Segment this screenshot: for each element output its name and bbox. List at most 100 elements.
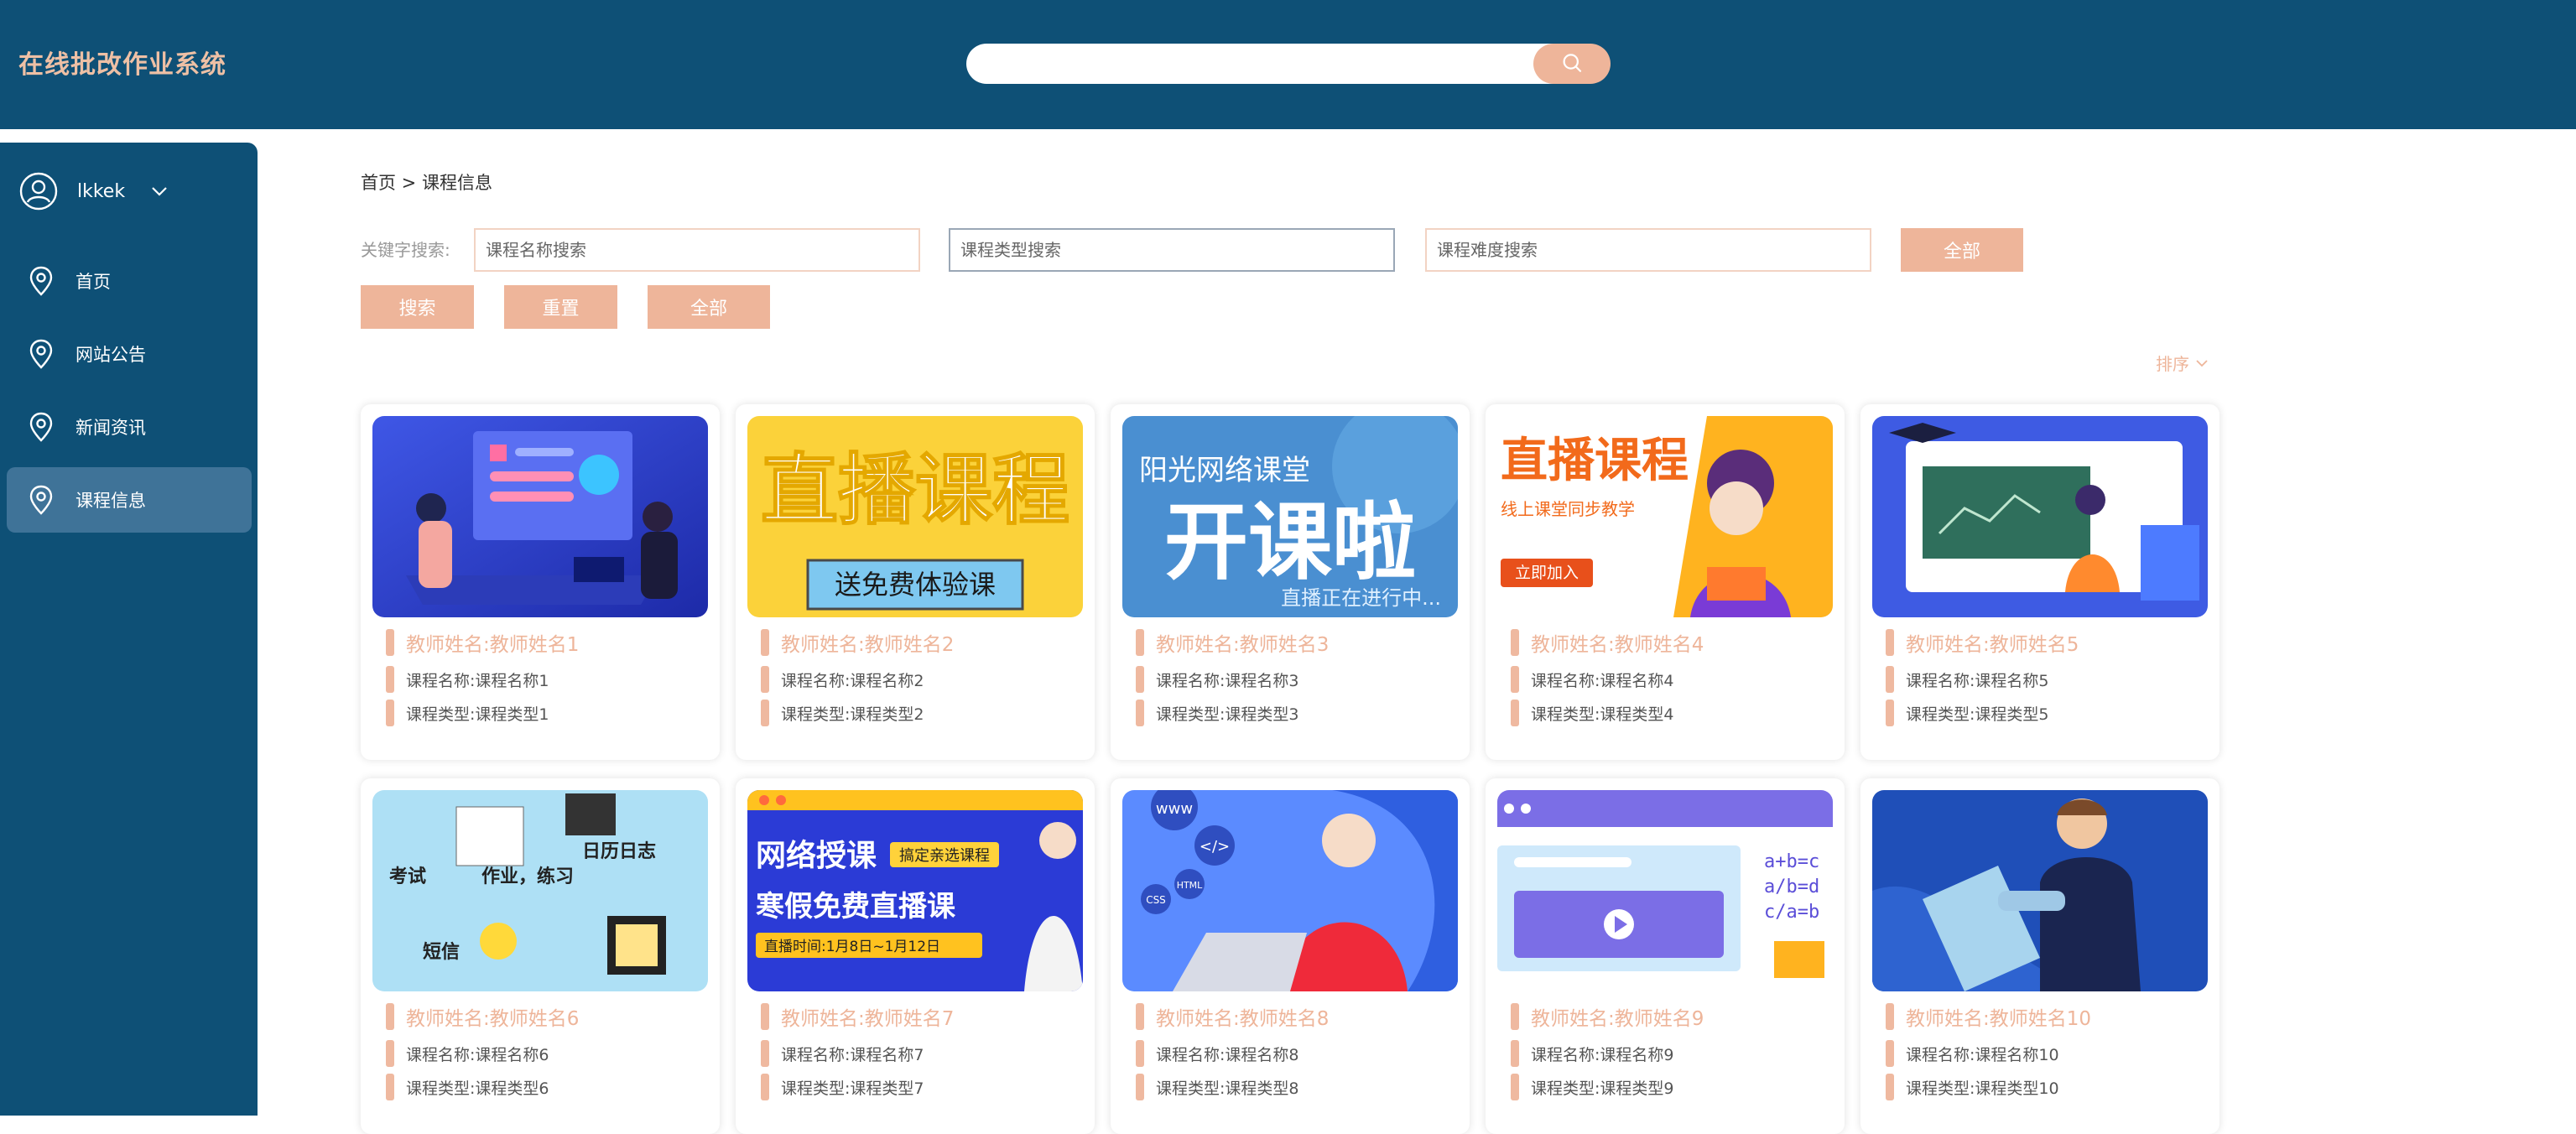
course-card[interactable]: 教师姓名:教师姓名10 课程名称:课程名称10 课程类型:课程类型10 — [1860, 778, 2220, 1134]
app-title: 在线批改作业系统 — [18, 50, 226, 80]
search-icon — [1563, 54, 1582, 72]
course-type: 课程类型:课程类型6 — [406, 1079, 549, 1098]
global-search — [966, 44, 1611, 84]
thumb-word-code: </> — [1200, 838, 1230, 856]
course-card[interactable]: www </> CSS HTML 教师姓名:教师姓名8 课程名称:课程名称8 课… — [1111, 778, 1470, 1134]
location-pin-icon — [29, 412, 53, 442]
sidebar: lkkek 首页 网站公告 新闻资讯 课程信息 — [0, 143, 258, 1116]
search-button[interactable] — [1533, 44, 1611, 84]
course-card[interactable]: 考试 作业，练习 日历日志 短信 教师姓名:教师姓名6 课程名称:课程名称6 课… — [361, 778, 720, 1134]
banner-title: 直播课程 — [1501, 434, 1689, 488]
all-button[interactable]: 全部 — [648, 285, 770, 329]
banner-subtitle: 线上课堂同步教学 — [1501, 499, 1635, 519]
course-thumbnail — [1872, 790, 2208, 991]
course-name: 课程名称:课程名称7 — [781, 1045, 924, 1064]
course-thumbnail: a+b=c a/b=d c/a=b — [1497, 790, 1833, 991]
course-name: 课程名称:课程名称6 — [406, 1045, 549, 1064]
user-avatar-icon — [19, 172, 58, 211]
course-name: 课程名称:课程名称5 — [1906, 671, 2049, 690]
course-type: 课程类型:课程类型3 — [1156, 705, 1299, 724]
teacher-name: 教师姓名:教师姓名10 — [1906, 1008, 2092, 1030]
thumb-word-calendar: 日历日志 — [582, 841, 656, 862]
banner-subtitle: 直播正在进行中... — [1281, 586, 1441, 610]
course-card[interactable]: 网络授课 搞定亲选课程 寒假免费直播课 直播时间:1月8日~1月12日 教师姓名… — [736, 778, 1095, 1134]
teacher-name: 教师姓名:教师姓名2 — [781, 634, 955, 656]
username: lkkek — [77, 180, 126, 202]
location-pin-icon — [29, 266, 53, 296]
course-name: 课程名称:课程名称3 — [1156, 671, 1299, 690]
teacher-name: 教师姓名:教师姓名4 — [1531, 634, 1704, 656]
sidebar-item-label: 网站公告 — [75, 345, 146, 365]
thumb-word-www: www — [1156, 800, 1193, 818]
course-type: 课程类型:课程类型10 — [1906, 1079, 2059, 1098]
course-thumbnail — [372, 416, 708, 617]
location-pin-icon — [29, 339, 53, 369]
course-name: 课程名称:课程名称9 — [1531, 1045, 1674, 1064]
course-type: 课程类型:课程类型2 — [781, 705, 924, 724]
thumb-word-sms: 短信 — [423, 941, 460, 963]
search-submit-button[interactable]: 搜索 — [361, 285, 474, 329]
sidebar-item-label: 首页 — [75, 272, 111, 292]
course-name-search-input[interactable] — [474, 228, 920, 272]
course-type-search-input[interactable] — [949, 228, 1395, 272]
formula-3: c/a=b — [1764, 902, 1819, 923]
formula-1: a+b=c — [1764, 851, 1819, 872]
course-type: 课程类型:课程类型5 — [1906, 705, 2049, 724]
course-name: 课程名称:课程名称2 — [781, 671, 924, 690]
location-pin-icon — [29, 485, 53, 515]
course-thumbnail — [1872, 416, 2208, 617]
banner-title: 直播课程 — [761, 445, 1069, 535]
top-header: 在线批改作业系统 — [0, 0, 2576, 129]
course-type: 课程类型:课程类型1 — [406, 705, 549, 724]
teacher-name: 教师姓名:教师姓名3 — [1156, 634, 1330, 656]
thumb-word-homework: 作业，练习 — [481, 866, 574, 887]
teacher-name: 教师姓名:教师姓名1 — [406, 634, 580, 656]
reset-button[interactable]: 重置 — [504, 285, 617, 329]
course-thumbnail: 直播课程 线上课堂同步教学 立即加入 — [1497, 416, 1833, 617]
banner-big-text: 开课啦 — [1164, 493, 1416, 591]
course-thumbnail: 直播课程 送免费体验课 — [747, 416, 1083, 617]
sidebar-item-announcements[interactable]: 网站公告 — [7, 321, 252, 387]
sort-dropdown[interactable]: 排序 — [2156, 351, 2209, 375]
banner-time: 直播时间:1月8日~1月12日 — [764, 939, 940, 955]
banner-title: 阳光网络课堂 — [1139, 454, 1310, 487]
course-card[interactable]: 直播课程 线上课堂同步教学 立即加入 教师姓名:教师姓名4 课程名称:课程名称4… — [1486, 404, 1845, 760]
teacher-name: 教师姓名:教师姓名7 — [781, 1008, 955, 1030]
banner-title: 网络授课 — [756, 838, 877, 873]
all-button-top[interactable]: 全部 — [1901, 228, 2023, 272]
sidebar-item-label: 课程信息 — [75, 491, 146, 511]
banner-button: 立即加入 — [1515, 564, 1579, 582]
course-name: 课程名称:课程名称1 — [406, 671, 549, 690]
user-menu[interactable]: lkkek — [18, 168, 245, 215]
keyword-search-label: 关键字搜索: — [361, 240, 450, 260]
course-card[interactable]: 直播课程 送免费体验课 教师姓名:教师姓名2 课程名称:课程名称2 课程类型:课… — [736, 404, 1095, 760]
chevron-down-icon — [2196, 359, 2208, 367]
teacher-name: 教师姓名:教师姓名9 — [1531, 1008, 1704, 1030]
thumb-word-css: CSS — [1146, 894, 1166, 906]
sidebar-item-home[interactable]: 首页 — [7, 248, 252, 314]
formula-2: a/b=d — [1764, 877, 1819, 897]
course-name: 课程名称:课程名称4 — [1531, 671, 1674, 690]
course-name: 课程名称:课程名称10 — [1906, 1045, 2059, 1064]
thumb-word-exam: 考试 — [389, 866, 426, 887]
course-card[interactable]: 教师姓名:教师姓名1 课程名称:课程名称1 课程类型:课程类型1 — [361, 404, 720, 760]
teacher-name: 教师姓名:教师姓名8 — [1156, 1008, 1330, 1030]
banner-subtitle: 送免费体验课 — [835, 569, 996, 601]
course-name: 课程名称:课程名称8 — [1156, 1045, 1299, 1064]
course-thumbnail: www </> CSS HTML — [1122, 790, 1458, 991]
course-card[interactable]: 教师姓名:教师姓名5 课程名称:课程名称5 课程类型:课程类型5 — [1860, 404, 2220, 760]
sidebar-item-news[interactable]: 新闻资讯 — [7, 394, 252, 460]
course-thumbnail: 阳光网络课堂 开课啦 直播正在进行中... — [1122, 416, 1458, 617]
course-card[interactable]: 阳光网络课堂 开课啦 直播正在进行中... 教师姓名:教师姓名3 课程名称:课程… — [1111, 404, 1470, 760]
course-type: 课程类型:课程类型9 — [1531, 1079, 1674, 1098]
course-thumbnail: 网络授课 搞定亲选课程 寒假免费直播课 直播时间:1月8日~1月12日 — [747, 790, 1083, 991]
sidebar-item-label: 新闻资讯 — [75, 418, 146, 438]
course-difficulty-search-input[interactable] — [1425, 228, 1871, 272]
teacher-name: 教师姓名:教师姓名6 — [406, 1008, 580, 1030]
chevron-down-icon — [152, 187, 167, 196]
course-thumbnail: 考试 作业，练习 日历日志 短信 — [372, 790, 708, 991]
sidebar-item-courses[interactable]: 课程信息 — [7, 467, 252, 533]
course-card[interactable]: a+b=c a/b=d c/a=b 教师姓名:教师姓名9 课程名称:课程名称9 … — [1486, 778, 1845, 1134]
global-search-input[interactable] — [966, 44, 1587, 84]
banner-tag: 搞定亲选课程 — [899, 847, 990, 865]
